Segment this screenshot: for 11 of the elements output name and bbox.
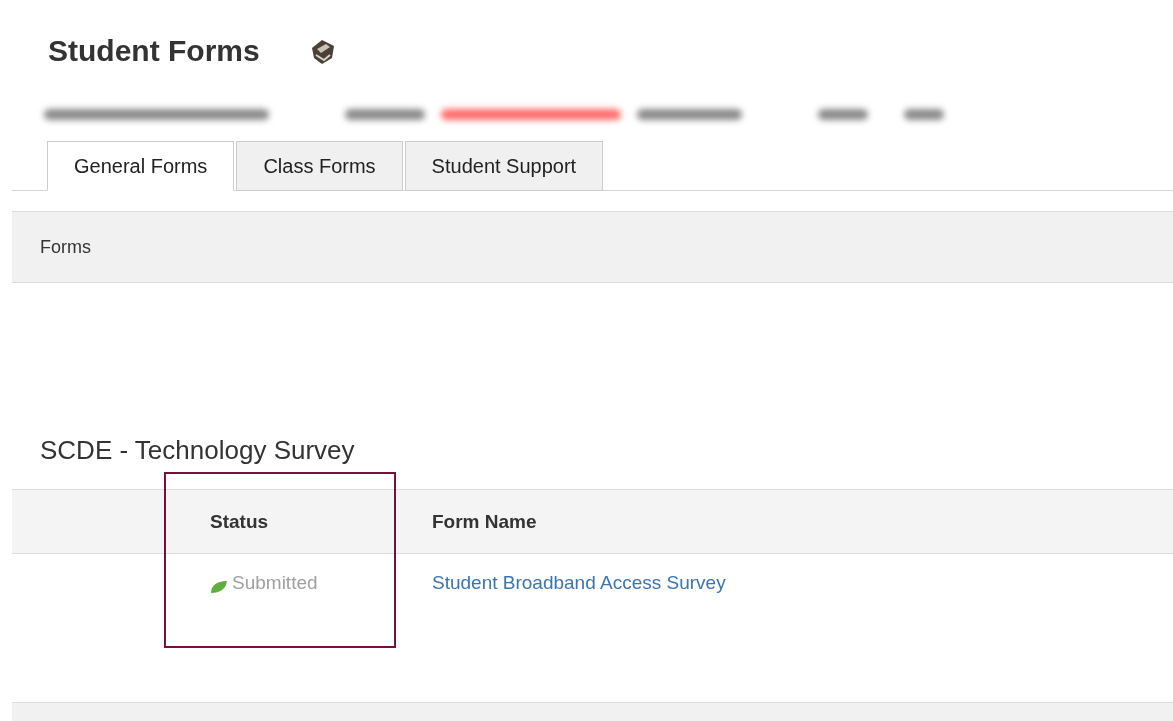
form-link[interactable]: Student Broadband Access Survey	[432, 572, 726, 594]
tab[interactable]: General Forms	[47, 141, 235, 191]
page-title: Student Forms	[48, 34, 260, 68]
panel-header: Forms	[40, 236, 91, 258]
column-header: Form Name	[432, 511, 537, 533]
leaf-icon	[210, 580, 228, 594]
column-header: Status	[210, 511, 269, 533]
status-text: Submitted	[232, 572, 318, 594]
tab[interactable]: Class Forms	[236, 141, 403, 191]
section-title: SCDE - Technology Survey	[40, 435, 356, 467]
tab[interactable]: Student Support	[404, 141, 604, 191]
